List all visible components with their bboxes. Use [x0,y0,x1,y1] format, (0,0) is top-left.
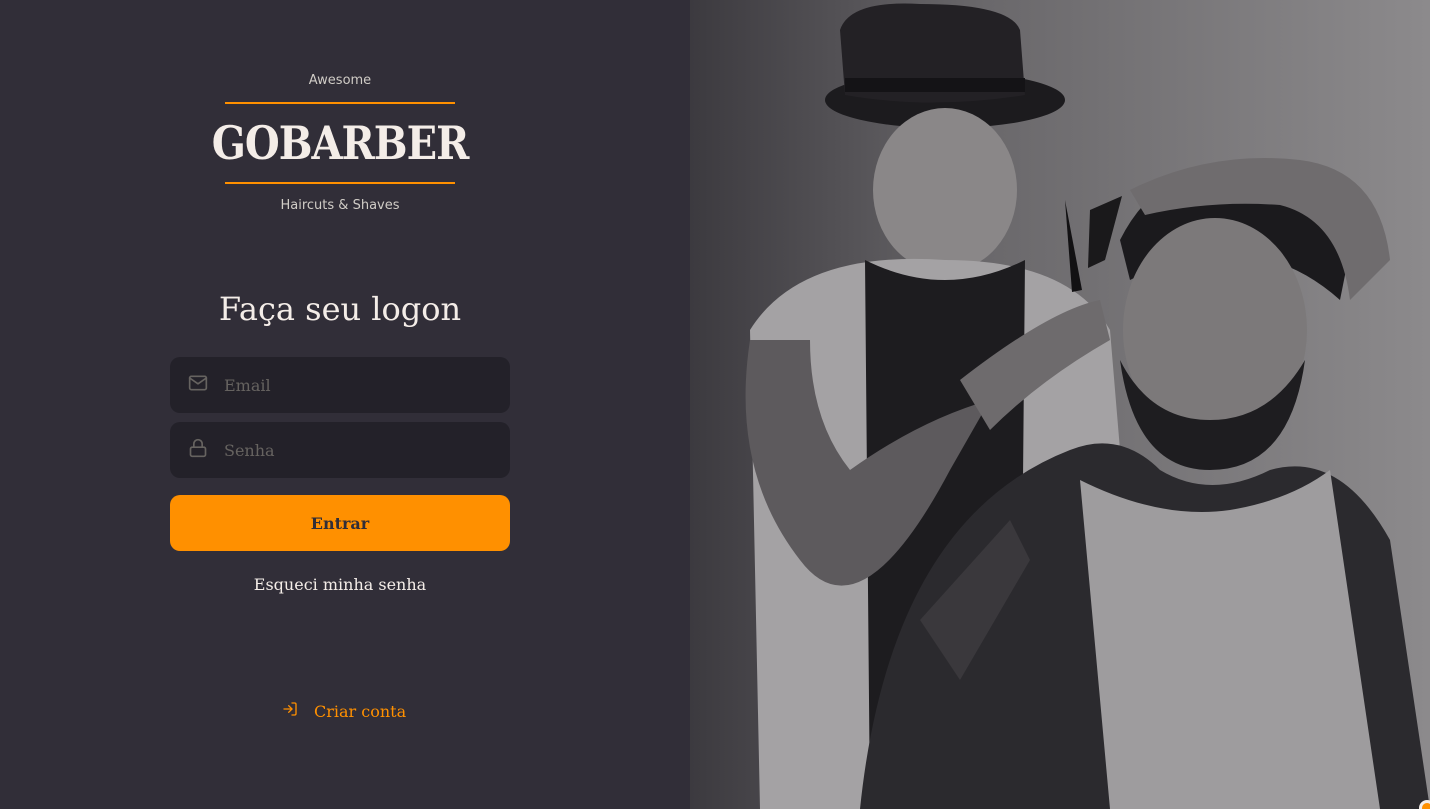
logo-tagline-top: Awesome [308,73,372,88]
gobarber-logo: Awesome GOBARBER Haircuts & Shaves [212,70,470,215]
logo-brand: GOBARBER [211,115,470,171]
logo-tagline-bottom: Haircuts & Shaves [280,198,400,213]
create-account-link[interactable]: Criar conta [282,700,406,722]
password-field[interactable] [170,422,510,478]
lock-icon [188,438,208,462]
log-in-icon [282,701,314,721]
barber-hero-image [690,0,1430,809]
page-title: Faça seu logon [218,290,462,328]
email-field[interactable] [170,357,510,413]
mail-icon [188,373,208,397]
create-account-label: Criar conta [314,701,407,721]
password-input[interactable] [224,440,494,460]
login-panel: Awesome GOBARBER Haircuts & Shaves Faça … [0,0,690,809]
forgot-password-link[interactable]: Esqueci minha senha [170,575,510,594]
submit-button[interactable]: Entrar [170,495,510,551]
email-input[interactable] [224,375,494,395]
location-marker [1419,800,1430,809]
barber-photo-illustration [745,3,1430,809]
logo-brand-row: GOBARBER [212,98,470,188]
